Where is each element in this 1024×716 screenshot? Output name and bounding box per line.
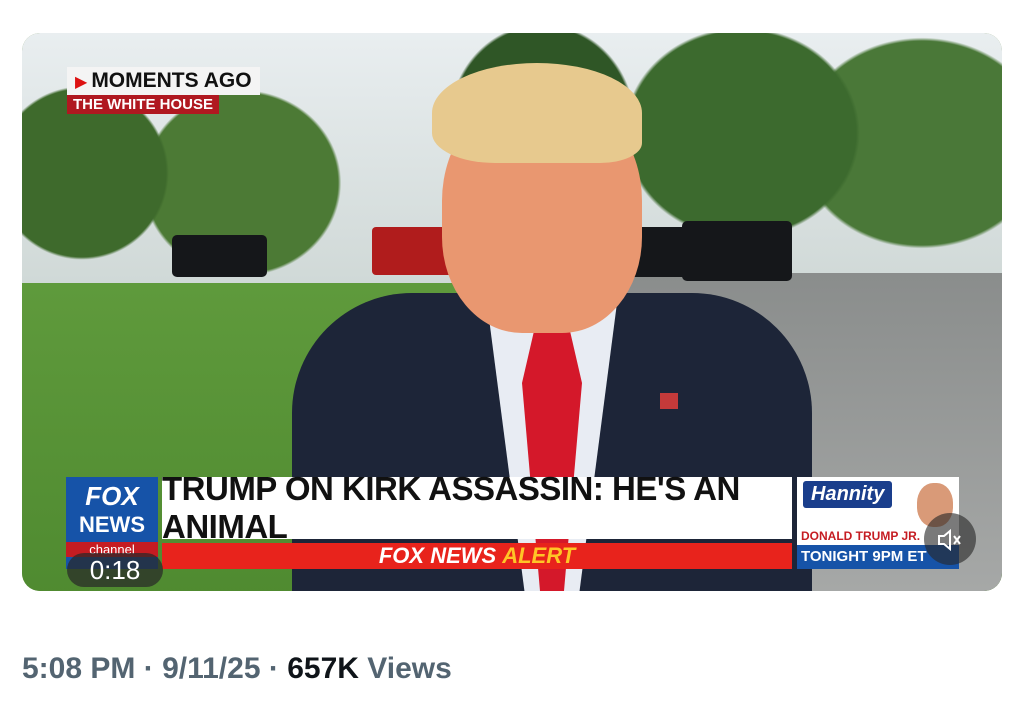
post-time[interactable]: 5:08 PM — [22, 652, 135, 685]
logo-line1: FOX — [85, 481, 139, 511]
flag-pin-icon — [660, 393, 678, 409]
news-alert-bar: FOX NEWS ALERT — [162, 543, 792, 569]
video-player[interactable]: ▶ MOMENTS AGO THE WHITE HOUSE FOX NEWS ch… — [22, 33, 1002, 591]
play-triangle-icon: ▶ — [75, 74, 88, 91]
views-count: 657K — [287, 652, 359, 685]
location-tag: THE WHITE HOUSE — [67, 95, 220, 114]
tweet-metadata: 5:08 PM · 9/11/25 · 657K Views — [22, 652, 452, 686]
promo-show-name: Hannity — [803, 481, 893, 508]
moments-ago-tag: ▶ MOMENTS AGO — [67, 67, 260, 95]
views-label: Views — [367, 652, 452, 685]
chyron-headline: TRUMP ON KIRK ASSASSIN: HE'S AN ANIMAL — [162, 470, 792, 545]
separator: · — [268, 652, 279, 685]
video-timer: 0:18 — [67, 553, 163, 587]
speaker-muted-icon[interactable] — [924, 513, 976, 565]
logo-line2: NEWS — [79, 512, 145, 537]
moments-label: MOMENTS AGO — [91, 69, 252, 92]
alert-brand: FOX NEWS — [378, 543, 497, 568]
alert-word: ALERT — [502, 543, 576, 568]
separator: · — [143, 652, 154, 685]
post-date[interactable]: 9/11/25 — [162, 652, 260, 685]
van — [172, 235, 267, 277]
